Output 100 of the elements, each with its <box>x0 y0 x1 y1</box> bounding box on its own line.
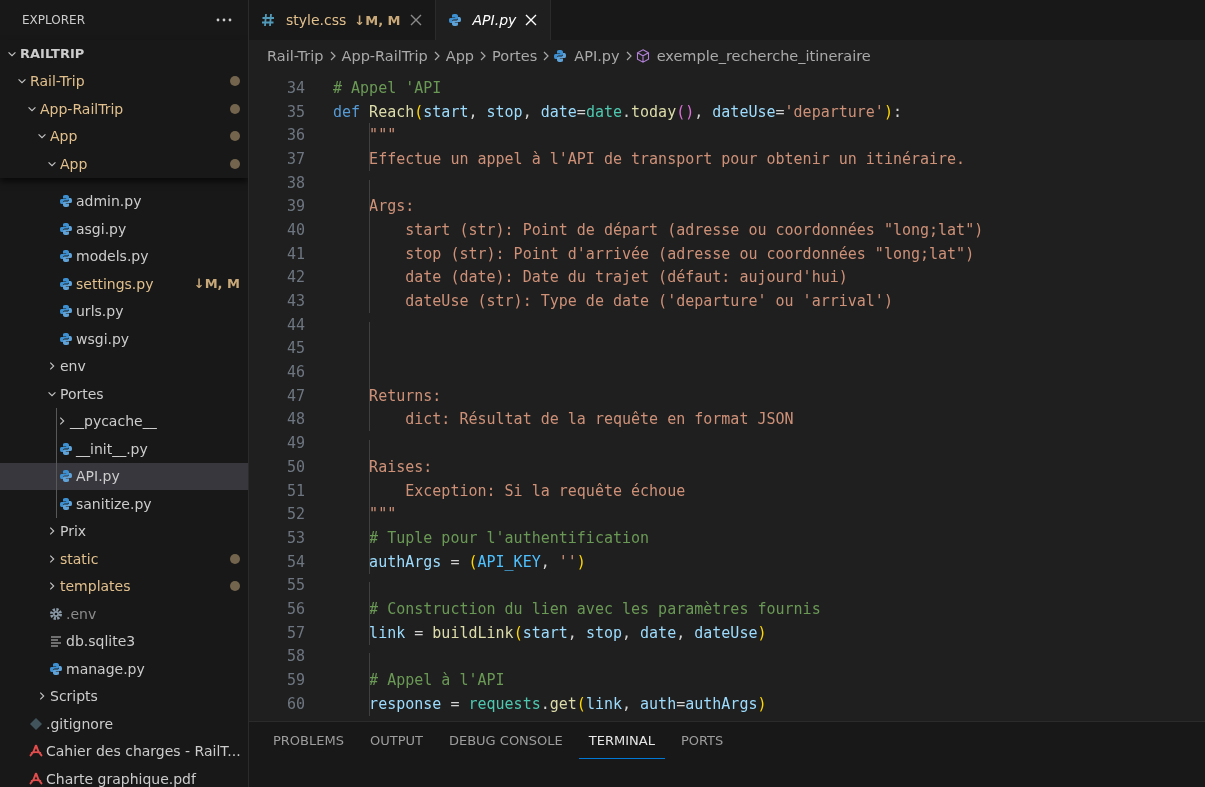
folder-item[interactable]: __pycache__ <box>0 407 248 435</box>
modified-dot <box>230 103 240 114</box>
line-number: 51 <box>285 481 305 500</box>
line-number: 58 <box>285 647 305 666</box>
code-line: # Tuple pour l'authentification <box>333 528 650 547</box>
file-item[interactable]: manage.py <box>0 655 248 683</box>
code-line: # Appel 'API <box>333 78 442 97</box>
folder-item[interactable]: App <box>0 150 248 178</box>
file-item[interactable]: admin.py <box>0 187 248 215</box>
code-line: def Reach(start, stop, date=date.today(), dateUse='departure'): <box>333 102 902 121</box>
panel-tab[interactable]: DEBUG CONSOLE <box>438 722 573 759</box>
tab-label: API.py <box>472 12 517 28</box>
line-number: 37 <box>285 149 305 168</box>
line-number: 49 <box>285 434 305 453</box>
line-number: 36 <box>285 126 305 145</box>
breadcrumb-item[interactable]: API.py <box>574 48 620 64</box>
code-line: dateUse (str): Type de date ('departure' ou 'arrival') <box>333 292 893 311</box>
folder-item[interactable]: env <box>0 352 248 380</box>
code-line: Returns: <box>333 386 442 405</box>
line-number: 43 <box>285 292 305 311</box>
sidebar-title: EXPLORER <box>22 13 85 27</box>
code-line: # Construction du lien avec les paramètres fournis <box>333 599 821 618</box>
file-item[interactable]: urls.py <box>0 297 248 325</box>
folder-item[interactable]: Portes <box>0 380 248 408</box>
git-status-label: ↓M, M <box>193 276 240 292</box>
python-icon <box>58 440 74 457</box>
file-item[interactable]: .gitignore <box>0 710 248 738</box>
file-item[interactable]: Charte graphique.pdf <box>0 765 248 787</box>
breadcrumb-item[interactable]: Rail-Trip <box>267 48 324 64</box>
code-line: # Appel à l'API <box>333 671 505 690</box>
python-icon <box>58 468 74 485</box>
line-number: 42 <box>285 268 305 287</box>
line-number: 52 <box>285 505 305 524</box>
line-number: 57 <box>285 623 305 642</box>
editor-tab[interactable]: API.py <box>435 0 552 40</box>
python-icon <box>446 12 463 28</box>
gear-icon <box>48 605 64 622</box>
folder-item[interactable]: Prix <box>0 517 248 545</box>
more-icon[interactable] <box>216 18 232 22</box>
file-item[interactable]: API.py <box>0 462 248 490</box>
file-item[interactable]: Cahier des charges - RailT... <box>0 737 248 765</box>
panel-tab[interactable]: PROBLEMS <box>263 722 354 759</box>
line-number: 44 <box>285 315 305 334</box>
tab-label: style.css <box>286 12 347 28</box>
python-icon <box>58 220 74 237</box>
breadcrumb-item[interactable]: Portes <box>492 48 538 64</box>
folder-item[interactable]: Scripts <box>0 682 248 710</box>
folder-item[interactable]: templates <box>0 572 248 600</box>
python-icon <box>58 275 74 292</box>
python-icon <box>58 248 74 265</box>
line-number: 59 <box>285 671 305 690</box>
modified-dot <box>230 553 240 564</box>
panel-tab[interactable]: TERMINAL <box>578 722 665 759</box>
file-item[interactable]: settings.py ↓M, M <box>0 270 248 298</box>
code-line: start (str): Point de départ (adresse ou coordonnées "long;lat") <box>333 220 984 239</box>
folder-item[interactable]: RAILTRIP <box>0 40 248 68</box>
line-number: 41 <box>285 244 305 263</box>
file-item[interactable]: asgi.py <box>0 215 248 243</box>
line-number: 47 <box>285 386 305 405</box>
line-number: 54 <box>285 552 305 571</box>
breadcrumb-item[interactable]: App-RailTrip <box>341 48 428 64</box>
cube-icon <box>634 48 651 64</box>
line-number: 40 <box>285 220 305 239</box>
python-icon <box>58 303 74 320</box>
line-number: 45 <box>285 339 305 358</box>
python-icon <box>58 193 74 210</box>
file-item[interactable]: models.py <box>0 242 248 270</box>
file-item[interactable]: __init__.py <box>0 435 248 463</box>
file-item[interactable]: .env <box>0 600 248 628</box>
hash-icon <box>260 12 276 28</box>
folder-item[interactable]: App-RailTrip <box>0 95 248 123</box>
line-number: 34 <box>285 78 305 97</box>
breadcrumb-item[interactable]: exemple_recherche_itineraire <box>656 48 871 64</box>
file-item[interactable]: db.sqlite3 <box>0 627 248 655</box>
file-item[interactable]: sanitize.py <box>0 490 248 518</box>
breadcrumb-item[interactable]: App <box>445 48 475 64</box>
folder-item[interactable]: App <box>0 122 248 150</box>
line-number: 48 <box>285 410 305 429</box>
panel-tab[interactable]: PORTS <box>670 722 734 759</box>
folder-item[interactable]: Rail-Trip <box>0 67 248 95</box>
panel-tab[interactable]: OUTPUT <box>359 722 433 759</box>
pdf-icon <box>28 770 44 787</box>
code-line: response = requests.get(link, auth=authArgs) <box>333 694 767 713</box>
line-number: 50 <box>285 457 305 476</box>
python-icon <box>48 660 64 677</box>
line-number: 39 <box>285 197 305 216</box>
code-line: Exception: Si la requête échoue <box>333 481 686 500</box>
python-icon <box>58 495 74 512</box>
code-line: link = buildLink(start, stop, date, dateUse) <box>333 623 767 642</box>
folder-item[interactable]: static <box>0 545 248 573</box>
code-line: Raises: <box>333 457 433 476</box>
git-status-label: ↓M, M <box>354 12 401 28</box>
line-number: 46 <box>285 363 305 382</box>
line-number: 38 <box>285 173 305 192</box>
file-item[interactable]: wsgi.py <box>0 325 248 353</box>
diamond-icon <box>28 715 44 732</box>
code-line: authArgs = (API_KEY, '') <box>333 552 586 571</box>
line-number: 53 <box>285 528 305 547</box>
code-line: dict: Résultat de la requête en format JSON <box>333 410 794 429</box>
python-icon <box>552 48 569 64</box>
